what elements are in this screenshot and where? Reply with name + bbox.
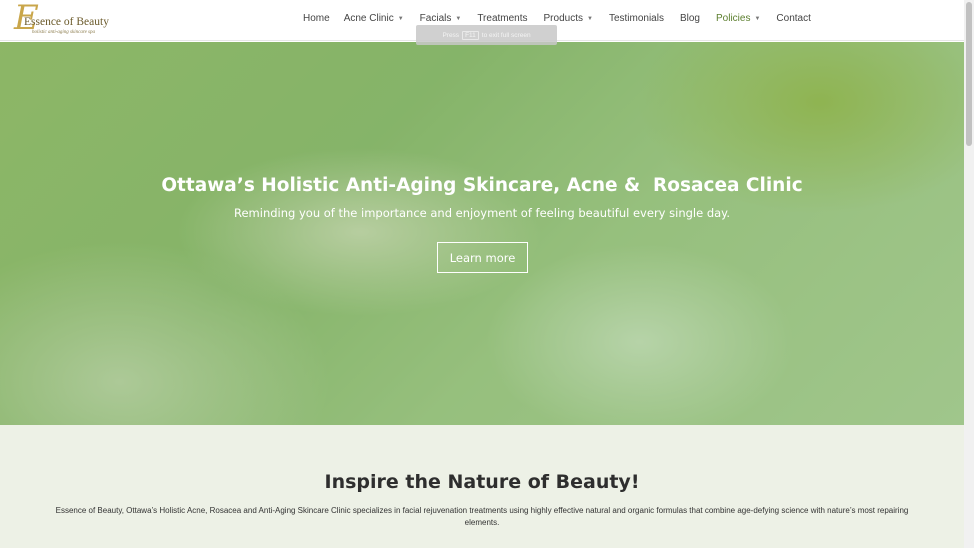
nav-item-label: Facials <box>419 13 452 24</box>
nav-item-label: Products <box>543 13 583 24</box>
learn-more-button[interactable]: Learn more <box>437 242 528 273</box>
hint-press: Press <box>442 31 460 39</box>
main-nav: Home Acne Clinic ▼ Facials ▼ Treatments Produc… <box>303 13 811 24</box>
nav-item-label: Testimonials <box>608 13 664 24</box>
page-scrollbar[interactable] <box>964 0 974 548</box>
hint-rest: to exit full screen <box>481 31 531 39</box>
scrollbar-thumb[interactable] <box>966 2 972 146</box>
chevron-down-icon: ▼ <box>754 15 761 22</box>
site-logo[interactable]: E Essence of Beauty holistic anti-aging … <box>14 0 110 38</box>
nav-item-home[interactable]: Home <box>303 13 330 24</box>
hint-key: F11 <box>462 30 479 40</box>
hero-banner: Ottawa’s Holistic Anti-Aging Skincare, A… <box>0 42 964 425</box>
nav-item-label: Blog <box>679 13 700 24</box>
nav-item-facials[interactable]: Facials ▼ <box>420 13 462 24</box>
nav-item-label: Home <box>303 13 330 24</box>
nav-item-label: Treatments <box>477 13 528 24</box>
fullscreen-exit-hint: Press F11 to exit full screen <box>416 25 557 45</box>
logo-name: Essence of Beauty <box>24 16 109 28</box>
chevron-down-icon: ▼ <box>455 15 462 22</box>
intro-text: Essence of Beauty, Ottawa’s Holistic Acn… <box>55 506 909 527</box>
nav-item-treatments[interactable]: Treatments <box>477 13 527 24</box>
intro-title: Inspire the Nature of Beauty! <box>324 471 640 493</box>
nav-item-products[interactable]: Products ▼ <box>544 13 593 24</box>
chevron-down-icon: ▼ <box>397 15 404 22</box>
hero-overlay <box>0 42 964 425</box>
nav-item-blog[interactable]: Blog <box>680 13 700 24</box>
intro-section: Inspire the Nature of Beauty! Essence of… <box>0 425 964 548</box>
nav-item-testimonials[interactable]: Testimonials <box>609 13 664 24</box>
nav-item-contact[interactable]: Contact <box>776 13 810 24</box>
nav-item-policies[interactable]: Policies ▼ <box>716 13 760 24</box>
chevron-down-icon: ▼ <box>586 15 593 22</box>
nav-item-label: Contact <box>776 13 811 24</box>
nav-item-label: Policies <box>715 13 751 24</box>
logo-tagline: holistic anti-aging skincare spa <box>32 30 96 35</box>
nav-item-acne-clinic[interactable]: Acne Clinic ▼ <box>344 13 404 24</box>
hero-title: Ottawa’s Holistic Anti-Aging Skincare, A… <box>161 175 803 196</box>
hero-subtitle: Reminding you of the importance and enjo… <box>234 206 730 220</box>
nav-item-label: Acne Clinic <box>343 13 394 24</box>
